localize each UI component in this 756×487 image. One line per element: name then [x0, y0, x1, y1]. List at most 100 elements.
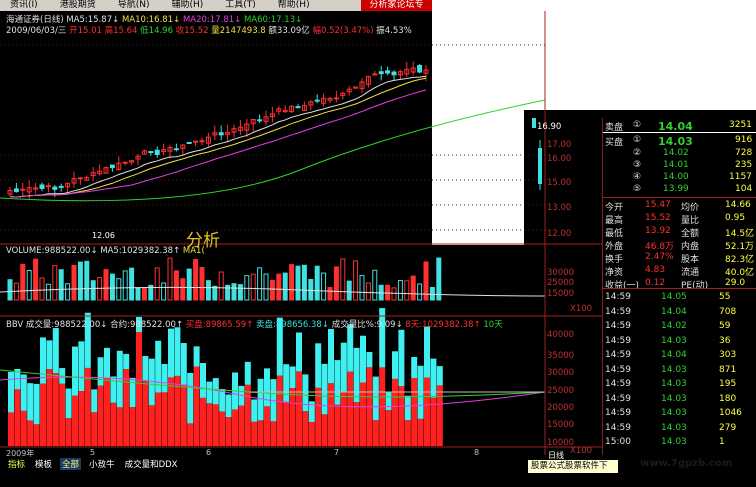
- bbv-buy-bar: [65, 418, 72, 446]
- stat-value: 0.12: [645, 278, 666, 288]
- volume-bar: [231, 283, 237, 301]
- volume-bar: [263, 273, 269, 301]
- bbv-ratio: 成交量比%:9.09: [331, 320, 396, 330]
- tab-indicator[interactable]: 指标: [6, 458, 27, 470]
- ad-banner[interactable]: 股票公式股票软件下: [528, 460, 618, 473]
- bbv-buy-bar: [238, 405, 245, 446]
- bbv-sell-bar: [65, 388, 72, 419]
- volume-bar: [180, 278, 186, 301]
- bbv-sell-bar: [91, 389, 98, 413]
- price-tick: 16.00: [547, 154, 572, 164]
- candle-body: [333, 97, 339, 100]
- stat-value: 40.0亿: [725, 268, 755, 278]
- bbv-sell-bar: [340, 342, 347, 392]
- volume-bar: [26, 269, 32, 301]
- bbv-sell-bar: [72, 346, 78, 396]
- sell-row[interactable]: 卖盘 ① 14.04 3251: [603, 120, 756, 133]
- tab-xiaoaoniu[interactable]: 小敖牛: [87, 458, 117, 470]
- bbv-sell-bar: [142, 355, 149, 381]
- volume-bar: [333, 266, 339, 301]
- bbv-buy-bar: [296, 371, 302, 446]
- bbv-buy-bar: [436, 385, 443, 446]
- stat-value: 14.66: [725, 200, 751, 210]
- bbv-buy-bar: [264, 406, 270, 446]
- volume-bar: [212, 285, 218, 301]
- stat-value: 29.0: [725, 278, 746, 288]
- buy-row[interactable]: 买盘 ① 14.03 916: [603, 135, 756, 148]
- price-tick: 15.00: [547, 178, 572, 188]
- tick-volume: 59: [719, 321, 731, 331]
- tick-time: 14:59: [605, 379, 631, 389]
- buy-index: ①: [633, 135, 642, 145]
- stat-label: 换手: [605, 255, 624, 265]
- bbv-sell-bar: [193, 346, 200, 367]
- bbv-sell-bar: [206, 381, 213, 404]
- bbv-tick: 30000: [547, 368, 575, 378]
- volume-bar: [45, 283, 51, 301]
- price-tick: 13.00: [547, 203, 572, 213]
- tick-price: 14.05: [661, 292, 687, 302]
- buy-row[interactable]: ④ 14.00 1157: [603, 172, 756, 184]
- volume-bar: [308, 278, 314, 301]
- buy-row[interactable]: ③ 14.01 235: [603, 160, 756, 172]
- volume-ma10: MA1(: [182, 246, 205, 256]
- volume-bar: [218, 271, 224, 301]
- candle-body: [314, 99, 320, 102]
- stat-label: 净资: [605, 268, 624, 278]
- candle-body: [199, 140, 205, 143]
- bbv-sell-bar: [187, 372, 194, 424]
- candle-body: [52, 186, 58, 190]
- volume-bar: [353, 260, 359, 301]
- buy-row[interactable]: ② 14.02 728: [603, 148, 756, 160]
- stat-label: 全额: [681, 229, 700, 239]
- stat-row: 最高 15.52 量比 0.95: [603, 213, 756, 226]
- candle-body: [186, 141, 192, 144]
- volume-bar: [199, 267, 205, 301]
- volume-bar: [167, 257, 173, 301]
- bbv-scale: X100: [570, 446, 593, 456]
- bbv-8days: 8天:1029382.38: [405, 320, 474, 330]
- volume-bar: [250, 273, 256, 301]
- tick-row: 14:59 14.04 303: [603, 350, 756, 362]
- tick-price: 14.03: [661, 335, 687, 346]
- kline-chart: [0, 44, 546, 231]
- bbv-buy-bar: [404, 420, 411, 446]
- volume-bar: [7, 279, 13, 301]
- tick-volume: 55: [719, 292, 731, 302]
- bbv-sell-bar: [398, 329, 405, 387]
- bbv-buy-bar: [193, 366, 200, 446]
- candle-body: [39, 184, 45, 189]
- stat-label: 量比: [681, 216, 700, 226]
- volume-bar: [77, 261, 83, 301]
- bbv-buy-bar: [46, 369, 53, 446]
- bbv-buy-bar: [142, 380, 149, 446]
- price-tick: 12.00: [547, 229, 572, 239]
- bbv-sell-bar: [33, 383, 40, 425]
- bbv-buy-bar: [212, 404, 219, 446]
- bbv-buy-bar: [91, 412, 98, 446]
- stat-label: 最高: [605, 216, 624, 226]
- bbv-sell-bar: [161, 364, 168, 393]
- bbv-buy-bar: [417, 418, 424, 446]
- buy4-volume: 1157: [729, 172, 752, 182]
- bottom-tab-bar: 指标 模板 全部 小敖牛 成交量和DDX: [0, 458, 532, 470]
- quote-panel: 卖盘 ① 14.04 3251 买盘 ① 14.03 916 ② 14.02 7…: [602, 118, 756, 455]
- volume-bar: [295, 265, 301, 301]
- buy-row[interactable]: ⑤ 13.99 104: [603, 184, 756, 196]
- bbv-buy-bar: [14, 389, 21, 446]
- stat-label: 股本: [681, 255, 700, 265]
- candle-body: [218, 132, 224, 136]
- bbv-buy-bar: [148, 405, 155, 446]
- bbv-buy-bar: [59, 383, 66, 446]
- tab-template[interactable]: 模板: [33, 458, 54, 470]
- tab-volume-ddx[interactable]: 成交量和DDX: [123, 458, 180, 470]
- volume-bar: [84, 260, 90, 301]
- bbv-tick: 35000: [547, 351, 575, 361]
- high-value: 高15.64: [104, 26, 138, 36]
- tab-all[interactable]: 全部: [60, 458, 82, 470]
- sell1-volume: 3251: [729, 120, 752, 130]
- volume-bar: [122, 270, 128, 301]
- bbv-sell-bar: [334, 360, 341, 405]
- volume-bar: [282, 272, 288, 301]
- bbv-buy-bar: [104, 378, 110, 446]
